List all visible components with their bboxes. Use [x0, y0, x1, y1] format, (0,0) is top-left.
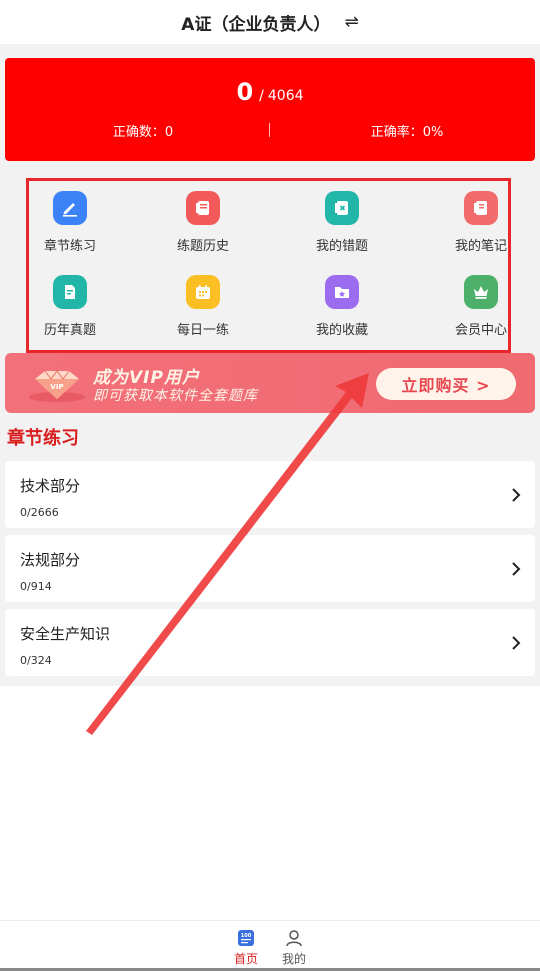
- grid-item-my-notes[interactable]: 我的笔记: [436, 191, 526, 254]
- swap-icon[interactable]: ⇌: [344, 12, 358, 32]
- chapter-count: 0/2666: [20, 506, 59, 519]
- feature-grid: 章节练习 练题历史 我的错题 我的笔记 历年真题 每日一练 我的收藏 会员中心: [26, 178, 511, 353]
- grid-item-label: 我的收藏: [315, 323, 368, 338]
- grid-item-label: 历年真题: [43, 323, 96, 338]
- nav-mine-label: 我的: [281, 952, 306, 966]
- page-title: A证（企业负责人）: [181, 14, 331, 35]
- home-icon-text: 100: [241, 933, 252, 939]
- grid-item-daily-practice[interactable]: 每日一练: [158, 275, 248, 338]
- section-title: 章节练习: [7, 428, 79, 449]
- nav-home-label: 首页: [233, 952, 258, 966]
- score-done: 0: [236, 78, 254, 106]
- history-icon: [186, 191, 220, 225]
- nav-mine[interactable]: 我的: [274, 929, 314, 967]
- pen-icon: [53, 191, 87, 225]
- score-card: 0 /4064 正确数：0 正确率：0%: [5, 58, 535, 161]
- favorite-folder-icon: [325, 275, 359, 309]
- chapter-count: 0/324: [20, 654, 52, 667]
- wrong-notebook-icon: [325, 191, 359, 225]
- svg-text:VIP: VIP: [50, 383, 63, 391]
- grid-item-label: 我的错题: [315, 239, 368, 254]
- vip-gem-icon: VIP: [29, 370, 85, 402]
- bottom-nav: 100 首页 我的: [0, 920, 540, 971]
- grid-item-label: 章节练习: [43, 239, 96, 254]
- grid-item-practice-history[interactable]: 练题历史: [158, 191, 248, 254]
- chevron-right-icon: [512, 562, 521, 576]
- score-total: 4064: [267, 88, 304, 104]
- vip-banner[interactable]: VIP 成为VIP用户 即可获取本软件全套题库 立即购买 >: [5, 353, 535, 413]
- grid-item-label: 会员中心: [454, 323, 507, 338]
- header: A证（企业负责人） ⇌: [0, 0, 540, 44]
- document-icon: [53, 275, 87, 309]
- chapter-count: 0/914: [20, 580, 52, 593]
- grid-item-wrong-questions[interactable]: 我的错题: [297, 191, 387, 254]
- score-progress: 0 /4064: [5, 78, 535, 106]
- calendar-icon: [186, 275, 220, 309]
- grid-item-label: 每日一练: [176, 323, 229, 338]
- grid-item-member-center[interactable]: 会员中心: [436, 275, 526, 338]
- chevron-right-icon: [512, 636, 521, 650]
- grid-item-my-favorites[interactable]: 我的收藏: [297, 275, 387, 338]
- score-separator: /: [259, 88, 264, 104]
- grid-item-past-exams[interactable]: 历年真题: [25, 275, 115, 338]
- stat-divider: [269, 123, 270, 137]
- grid-item-label: 我的笔记: [454, 239, 507, 254]
- buy-now-button[interactable]: 立即购买 >: [376, 368, 516, 400]
- user-icon: [286, 930, 302, 947]
- correct-count: 正确数：0: [112, 125, 174, 140]
- chapter-row-technical[interactable]: 技术部分 0/2666: [5, 461, 535, 528]
- home-icon: 100: [238, 930, 254, 946]
- notebook-icon: [464, 191, 498, 225]
- correct-rate: 正确率：0%: [370, 125, 444, 140]
- chapter-row-regulations[interactable]: 法规部分 0/914: [5, 535, 535, 602]
- nav-home[interactable]: 100 首页: [226, 929, 266, 967]
- chevron-right-icon: [512, 488, 521, 502]
- vip-subtitle: 即可获取本软件全套题库: [93, 388, 258, 404]
- chapter-name: 技术部分: [20, 477, 81, 495]
- grid-item-chapter-practice[interactable]: 章节练习: [25, 191, 115, 254]
- grid-item-label: 练题历史: [176, 239, 229, 254]
- crown-icon: [464, 275, 498, 309]
- chapter-name: 法规部分: [20, 551, 81, 569]
- chapter-row-safety[interactable]: 安全生产知识 0/324: [5, 609, 535, 676]
- chapter-name: 安全生产知识: [20, 625, 111, 643]
